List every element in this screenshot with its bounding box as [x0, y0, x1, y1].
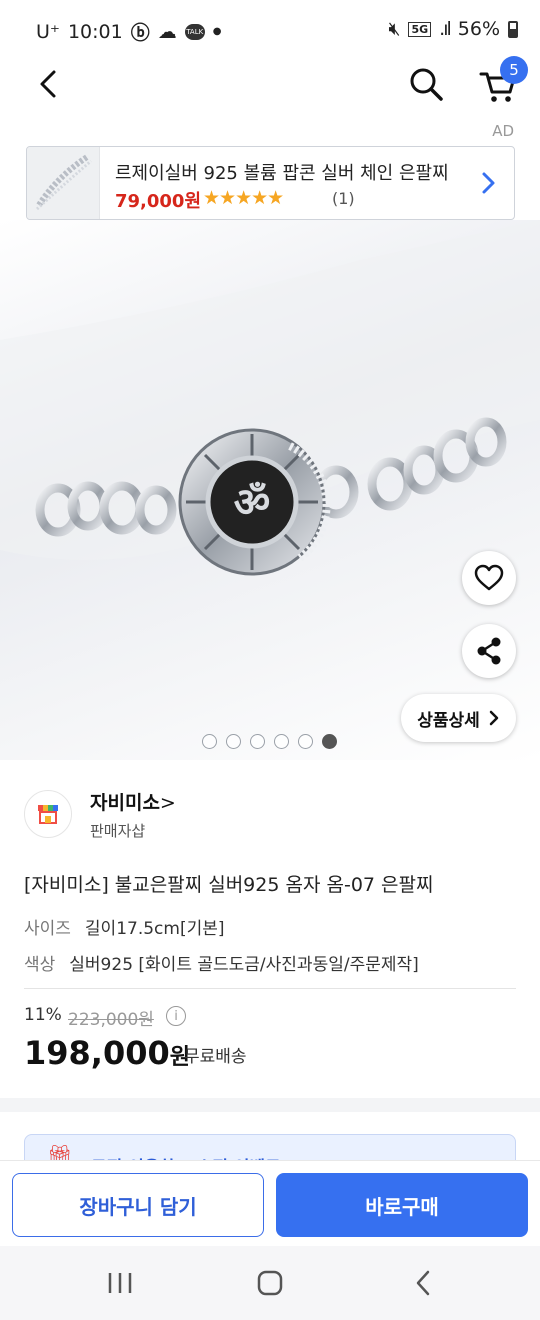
carousel-dot[interactable] — [274, 734, 289, 749]
buy-now-button[interactable]: 바로구매 — [276, 1173, 528, 1237]
product-title: [자비미소] 불교은팔찌 실버925 옴자 옴-07 은팔찌 — [24, 874, 434, 896]
search-button[interactable] — [406, 64, 446, 104]
seller-subtitle: 판매자샵 — [90, 822, 146, 840]
add-to-cart-button[interactable]: 장바구니 담기 — [12, 1173, 264, 1237]
product-image-carousel[interactable]: ॐ — [0, 220, 540, 760]
cloud-icon: ☁ — [157, 20, 177, 43]
product-detail-button[interactable]: 상품상세 — [401, 694, 516, 742]
chevron-right-icon — [489, 710, 499, 726]
sale-price: 198,000원 — [24, 1034, 190, 1072]
ad-banner[interactable]: 르제이실버 925 볼륨 팝콘 실버 체인 은팔찌 79,000원 ★★★★★ … — [26, 146, 515, 220]
app-notification-icon: ⓑ — [130, 22, 150, 44]
ad-rating-stars: ★★★★★ — [203, 187, 284, 209]
system-nav-bar — [0, 1246, 540, 1320]
carousel-dot[interactable] — [202, 734, 217, 749]
shop-icon — [38, 805, 58, 824]
carousel-dot[interactable] — [250, 734, 265, 749]
system-back-button[interactable] — [406, 1266, 442, 1300]
option-value: 실버925 [화이트 골드도금/사진과동일/주문제작] — [69, 955, 419, 975]
buy-now-label: 바로구매 — [365, 1194, 439, 1219]
carousel-indicator — [202, 734, 337, 749]
dot-icon: ● — [212, 26, 222, 37]
option-row-color: 색상 실버925 [화이트 골드도금/사진과동일/주문제작] — [24, 950, 419, 975]
ad-label: AD — [492, 122, 514, 140]
add-to-cart-label: 장바구니 담기 — [79, 1194, 197, 1219]
option-value: 길이17.5cm[기본] — [84, 919, 225, 939]
cart-button[interactable]: 5 — [478, 56, 528, 106]
mute-icon: 🔇︎ — [388, 18, 401, 40]
product-detail-label: 상품상세 — [417, 710, 480, 731]
svg-text:ॐ: ॐ — [234, 479, 270, 526]
recent-apps-icon — [108, 1273, 132, 1293]
seller-chevron: > — [159, 792, 176, 814]
option-key: 사이즈 — [24, 919, 71, 939]
home-icon — [257, 1270, 283, 1296]
back-icon — [416, 1270, 430, 1296]
seller-name-link[interactable]: 자비미소> — [90, 788, 176, 815]
share-icon — [477, 637, 501, 665]
shipping-label: 무료배송 — [184, 1047, 247, 1067]
search-icon — [410, 68, 443, 101]
status-bar: U⁺ 10:01 ⓑ ☁ TALK ● 🔇︎ 5G .ıl 56% — [0, 0, 540, 58]
ad-title: 르제이실버 925 볼륨 팝콘 실버 체인 은팔찌 — [115, 163, 449, 184]
back-arrow-icon — [40, 70, 56, 98]
discount-rate: 11% — [24, 1005, 62, 1025]
signal-icon: .ıl — [439, 18, 452, 40]
carousel-dot[interactable] — [298, 734, 313, 749]
section-gap — [0, 1098, 540, 1112]
carousel-dot-active[interactable] — [322, 734, 337, 749]
battery-icon — [508, 20, 518, 38]
cart-count: 5 — [509, 61, 519, 79]
option-row-size: 사이즈 길이17.5cm[기본] — [24, 914, 225, 939]
seller-name: 자비미소 — [90, 792, 160, 814]
heart-icon — [474, 564, 504, 591]
app-bar: 5 — [0, 56, 540, 110]
battery-percent: 56% — [457, 18, 500, 40]
network-label: 5G — [408, 21, 432, 37]
seller-logo[interactable] — [24, 790, 72, 838]
divider — [24, 988, 516, 989]
talk-icon: TALK — [184, 23, 205, 40]
original-price: 223,000원 — [68, 1010, 154, 1030]
ad-review-count: (1) — [332, 189, 355, 208]
bottom-action-bar: 장바구니 담기 바로구매 — [0, 1160, 540, 1246]
chevron-right-icon — [482, 172, 495, 194]
ad-price: 79,000원 — [115, 191, 202, 212]
carrier-label: U⁺ — [36, 20, 60, 43]
recent-apps-button[interactable] — [100, 1268, 140, 1298]
wishlist-button[interactable] — [462, 551, 516, 605]
carousel-dot[interactable] — [226, 734, 241, 749]
sale-price-value: 198,000 — [24, 1034, 170, 1072]
cart-count-badge: 5 — [500, 56, 528, 84]
ad-thumbnail — [27, 147, 100, 219]
share-button[interactable] — [462, 624, 516, 678]
info-icon[interactable]: i — [166, 1006, 186, 1026]
home-button[interactable] — [252, 1266, 288, 1300]
product-image: ॐ — [0, 220, 540, 576]
back-button[interactable] — [30, 64, 66, 104]
clock: 10:01 — [67, 20, 123, 43]
option-key: 색상 — [24, 955, 56, 975]
